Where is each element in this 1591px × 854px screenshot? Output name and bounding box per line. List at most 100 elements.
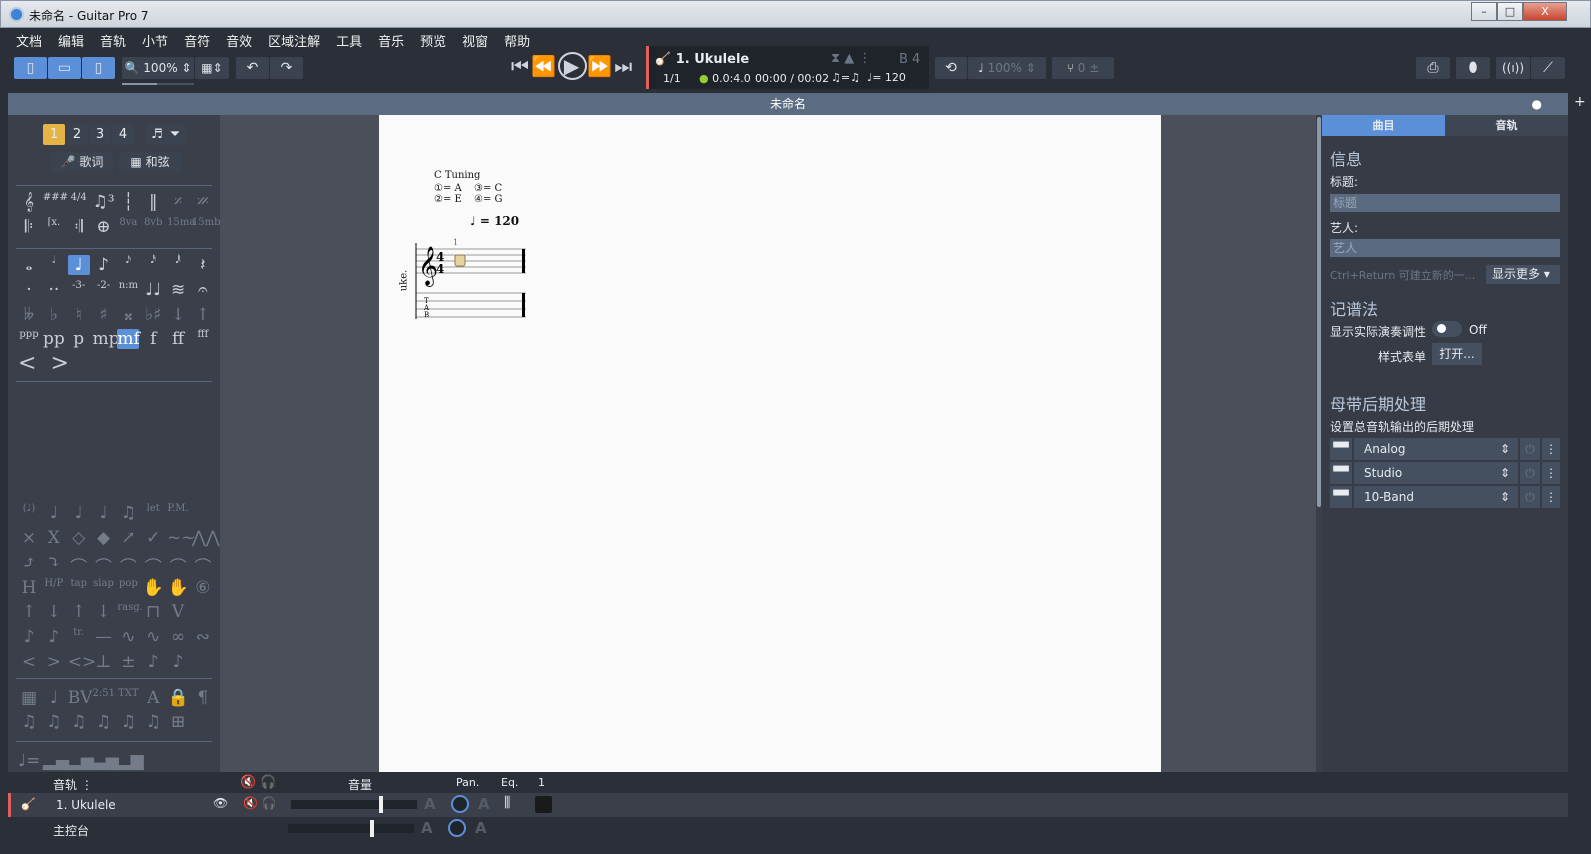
menu-item[interactable]: 音乐 bbox=[370, 28, 412, 50]
palette-tool[interactable]: ▂▅ bbox=[68, 751, 94, 771]
palette-tool[interactable] bbox=[142, 751, 164, 771]
palette-tool[interactable]: ### bbox=[43, 192, 68, 212]
palette-tool[interactable]: ¶ bbox=[192, 688, 214, 708]
effect-select[interactable]: Studio ⇕ bbox=[1354, 462, 1518, 484]
lyrics-button[interactable]: 🎤 歌词 bbox=[51, 152, 113, 173]
rewind-icon[interactable]: ⏪ bbox=[531, 54, 558, 78]
mute-solo-icons[interactable]: 🔇 🎧 bbox=[243, 796, 277, 810]
tab-track[interactable]: 音轨 bbox=[1445, 115, 1568, 136]
palette-tool[interactable]: -2- bbox=[93, 280, 115, 300]
palette-tool[interactable]: let bbox=[142, 503, 164, 523]
palette-tool[interactable]: ⌒ bbox=[167, 553, 189, 578]
palette-tool[interactable]: ⌈x. bbox=[43, 217, 65, 237]
speed-control[interactable]: ♩ 100% ⇕ bbox=[968, 57, 1046, 79]
palette-tool[interactable]: ♪ bbox=[142, 652, 164, 672]
palette-tool[interactable]: 🔒 bbox=[167, 688, 189, 708]
palette-tool[interactable]: ∿ bbox=[142, 627, 164, 647]
track-row[interactable]: 🪕 👁 🔇 🎧 1. Ukulele A A ⫼ bbox=[8, 793, 1568, 817]
palette-tool[interactable]: 15mb bbox=[192, 217, 221, 237]
palette-tool[interactable] bbox=[192, 652, 214, 672]
palette-tool[interactable]: ✋ bbox=[167, 578, 189, 598]
palette-tool[interactable]: ⊕ bbox=[93, 217, 115, 237]
palette-tool[interactable] bbox=[167, 751, 189, 771]
voice-3-button[interactable]: 3 bbox=[89, 124, 111, 145]
palette-tool[interactable]: ↓ bbox=[43, 602, 65, 622]
auto-pan-icon[interactable]: A bbox=[478, 795, 490, 813]
undo-button[interactable]: ↶ bbox=[236, 57, 269, 79]
crescendo-icon[interactable]: < bbox=[18, 351, 36, 376]
palette-tool[interactable]: 8va bbox=[117, 217, 139, 237]
palette-tool[interactable]: H bbox=[18, 578, 40, 598]
page-layout-button[interactable]: ▦⇕ bbox=[195, 57, 229, 79]
palette-tool[interactable]: mp bbox=[93, 329, 120, 349]
palette-tool[interactable]: f bbox=[142, 329, 164, 349]
guitar-button[interactable]: ⟋ bbox=[1531, 57, 1565, 79]
redo-button[interactable]: ↷ bbox=[270, 57, 303, 79]
menu-item[interactable]: 编辑 bbox=[50, 28, 92, 50]
maximize-button[interactable]: □ bbox=[1497, 2, 1523, 21]
palette-tool[interactable]: ⌒ bbox=[142, 553, 164, 578]
palette-tool[interactable]: ♮ bbox=[68, 305, 90, 325]
palette-tool[interactable]: 8vb bbox=[142, 217, 164, 237]
palette-tool[interactable]: ♫ bbox=[142, 712, 164, 732]
palette-tool[interactable]: 𝅘𝅥𝅯 bbox=[117, 255, 139, 275]
volume-slider[interactable] bbox=[291, 796, 417, 813]
palette-tool[interactable]: 𝄏 bbox=[192, 192, 214, 212]
eq-icon[interactable]: ⫼ bbox=[504, 795, 510, 811]
menu-item[interactable]: 区域注解 bbox=[260, 28, 328, 50]
menu-item[interactable]: 音轨 bbox=[92, 28, 134, 50]
palette-tool[interactable]: 𝄆 bbox=[18, 217, 40, 237]
title-input[interactable]: 标题 bbox=[1330, 194, 1560, 212]
palette-tool[interactable]: — bbox=[93, 627, 115, 647]
palette-tool[interactable]: ♩♩ bbox=[142, 280, 164, 300]
show-more-button[interactable]: 显示更多 ▾ bbox=[1486, 265, 1560, 284]
palette-tool[interactable]: ⌒ bbox=[192, 553, 214, 578]
close-button[interactable]: X bbox=[1523, 2, 1567, 21]
menu-item[interactable]: 帮助 bbox=[496, 28, 538, 50]
palette-tool[interactable]: 4/4 bbox=[68, 192, 90, 212]
last-bar-icon[interactable]: ⏭ bbox=[614, 54, 634, 78]
palette-tool[interactable]: ‖ bbox=[142, 192, 164, 212]
tab-song[interactable]: 曲目 bbox=[1322, 115, 1445, 136]
palette-tool[interactable]: 𝄎 bbox=[167, 192, 189, 212]
loop-button[interactable]: ⟲ bbox=[935, 57, 967, 79]
palette-tool[interactable]: < bbox=[18, 652, 40, 672]
palette-tool[interactable]: ♪ bbox=[93, 255, 115, 275]
palette-tool[interactable]: ppp bbox=[18, 329, 40, 349]
palette-tool[interactable]: ♪ bbox=[167, 652, 189, 672]
palette-tool[interactable]: ⊞ bbox=[167, 712, 189, 732]
palette-tool[interactable]: ⋀⋀ bbox=[192, 528, 220, 548]
menu-item[interactable]: 音效 bbox=[218, 28, 260, 50]
chords-button[interactable]: ▦ 和弦 bbox=[119, 152, 181, 173]
layout-right-button[interactable]: ▯ bbox=[82, 57, 115, 79]
auto-pan-icon[interactable]: A bbox=[475, 819, 487, 837]
palette-tool[interactable]: BV bbox=[68, 688, 93, 708]
cursor-rest[interactable] bbox=[454, 254, 466, 267]
palette-tool[interactable]: ♭♯ bbox=[142, 305, 164, 325]
palette-tool[interactable]: ⤵ bbox=[43, 553, 65, 578]
palette-tool[interactable]: p bbox=[68, 329, 90, 349]
palette-tool[interactable]: ↑ bbox=[68, 602, 90, 622]
palette-tool[interactable]: ♫³ bbox=[93, 192, 115, 212]
palette-tool[interactable]: 𝅘𝅥𝅱 bbox=[167, 255, 189, 275]
pan-knob[interactable] bbox=[451, 795, 469, 813]
menu-item[interactable]: 音符 bbox=[176, 28, 218, 50]
palette-tool[interactable]: > bbox=[43, 652, 65, 672]
palette-tool[interactable]: ♭ bbox=[43, 305, 65, 325]
palette-tool[interactable]: (♩) bbox=[18, 503, 40, 523]
palette-tool[interactable]: 𝄞 bbox=[18, 192, 40, 212]
palette-tool[interactable]: 𝄫 bbox=[18, 305, 40, 325]
menu-item[interactable]: 小节 bbox=[134, 28, 176, 50]
palette-tool[interactable]: ✋ bbox=[142, 578, 164, 598]
more-icon[interactable]: ⋮ bbox=[1542, 462, 1560, 484]
palette-tool[interactable]: fff bbox=[192, 329, 214, 349]
palette-tool[interactable]: ⑥ bbox=[192, 578, 214, 598]
palette-tool[interactable]: 𝄐 bbox=[192, 280, 214, 300]
auto-volume-icon[interactable]: A bbox=[424, 795, 436, 813]
palette-tool[interactable]: ♩= bbox=[18, 751, 40, 771]
voice-1-button[interactable]: 1 bbox=[43, 124, 65, 145]
menu-item[interactable]: 视窗 bbox=[454, 28, 496, 50]
effect-select[interactable]: Analog ⇕ bbox=[1354, 438, 1518, 460]
palette-tool[interactable]: ⌒ bbox=[68, 553, 90, 578]
palette-tool[interactable]: 𝄇 bbox=[68, 217, 90, 237]
